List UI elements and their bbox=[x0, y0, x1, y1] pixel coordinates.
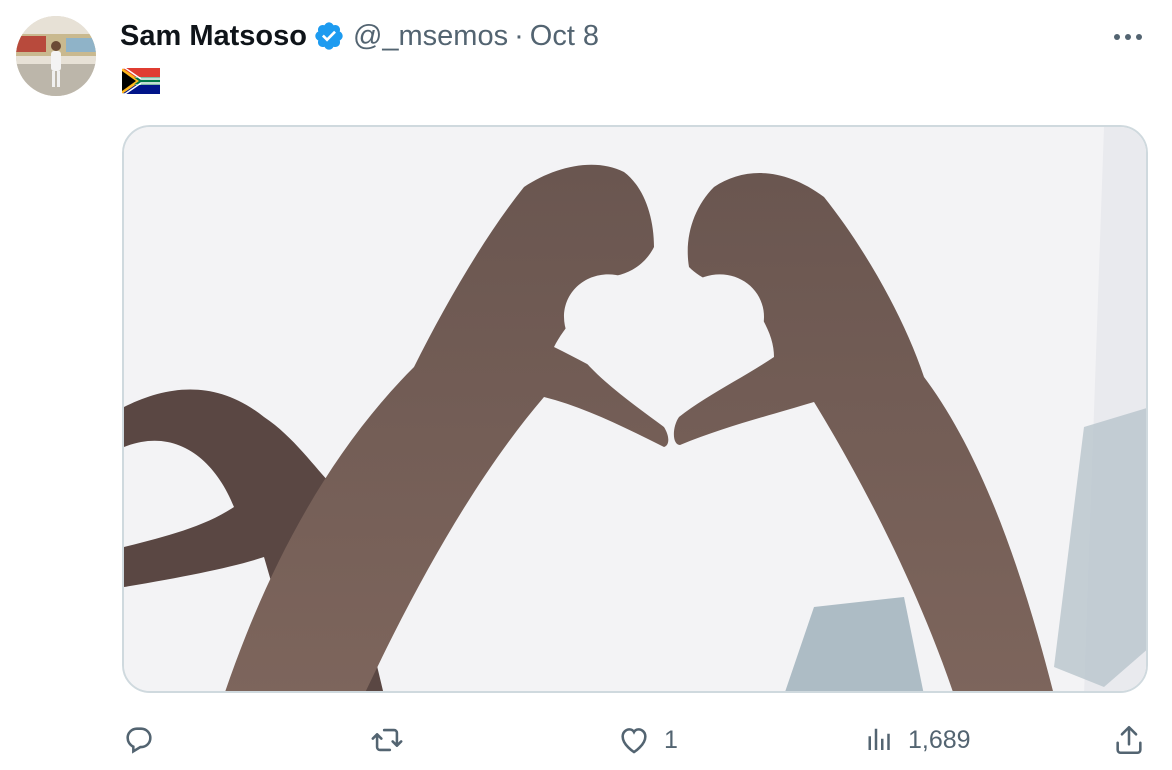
heart-hands-photo bbox=[124, 127, 1146, 691]
tweet-text-flag bbox=[122, 67, 160, 95]
avatar[interactable] bbox=[16, 16, 96, 96]
views-icon bbox=[868, 728, 890, 750]
verified-badge-icon[interactable] bbox=[313, 20, 345, 52]
tweet-media-image[interactable] bbox=[122, 125, 1148, 693]
like-button[interactable]: 1 bbox=[616, 720, 678, 760]
reply-button[interactable] bbox=[122, 720, 168, 760]
separator-dot: · bbox=[514, 19, 524, 52]
heart-icon bbox=[621, 728, 647, 754]
tweet-action-bar: 1 1,689 bbox=[0, 710, 1172, 770]
more-options-button[interactable] bbox=[1110, 22, 1146, 52]
reply-icon bbox=[126, 727, 152, 754]
views-button[interactable]: 1,689 bbox=[866, 720, 971, 760]
retweet-button[interactable] bbox=[368, 720, 418, 760]
views-count: 1,689 bbox=[908, 725, 971, 754]
avatar-photo bbox=[16, 16, 96, 96]
share-icon bbox=[1116, 725, 1142, 755]
retweet-icon bbox=[371, 728, 403, 752]
share-button[interactable] bbox=[1112, 720, 1146, 760]
tweet-timestamp[interactable]: Oct 8 bbox=[530, 20, 599, 53]
ellipsis-icon bbox=[1114, 34, 1142, 40]
south-africa-flag-icon bbox=[122, 67, 160, 95]
tweet-header: Sam Matsoso @_msemos · Oct 8 bbox=[120, 16, 599, 56]
author-handle[interactable]: @_msemos bbox=[353, 20, 508, 53]
author-name[interactable]: Sam Matsoso bbox=[120, 20, 307, 53]
like-count: 1 bbox=[664, 725, 678, 754]
